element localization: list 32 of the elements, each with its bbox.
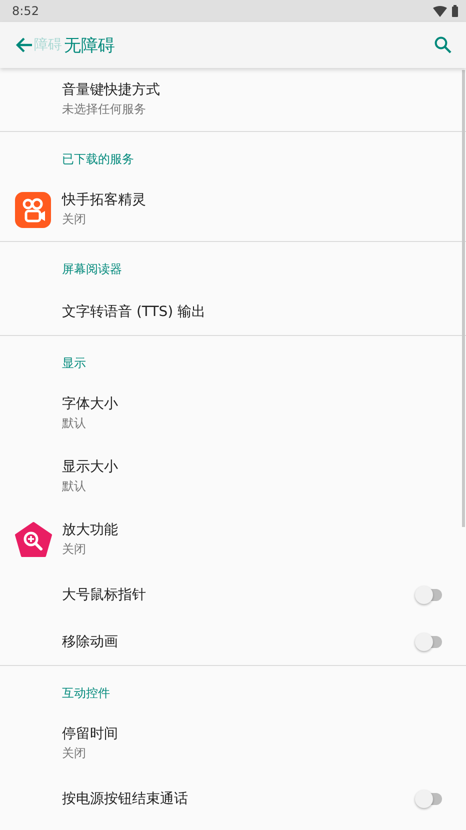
toggle-switch[interactable] (415, 584, 442, 604)
setting-title: 停留时间 (62, 725, 119, 743)
setting-summary: 关闭 (62, 541, 87, 558)
back-button[interactable] (14, 35, 34, 55)
camera-app-icon (15, 192, 51, 228)
wifi-icon (433, 6, 447, 16)
search-button[interactable] (432, 34, 454, 56)
setting-title: 文字转语音 (TTS) 输出 (62, 302, 207, 320)
toolbar-title: 障碍 (34, 36, 62, 54)
setting-title: 按电源按钮结束通话 (62, 790, 189, 808)
category-header: 显示 (62, 355, 86, 372)
toggle-switch[interactable] (415, 632, 442, 652)
setting-title: 快手拓客精灵 (62, 191, 147, 209)
magnifier-app-icon (15, 522, 52, 558)
setting-title: 显示大小 (62, 458, 119, 476)
setting-title: 移除动画 (62, 632, 119, 650)
setting-summary: 未选择任何服务 (62, 101, 147, 118)
setting-summary: 关闭 (62, 745, 87, 762)
setting-title: 放大功能 (62, 521, 119, 539)
category-header: 屏幕阅读器 (62, 261, 122, 278)
setting-title: 音量键快捷方式 (62, 81, 161, 99)
toggle-switch[interactable] (415, 788, 442, 808)
category-header: 已下载的服务 (62, 151, 134, 168)
battery-icon (452, 5, 458, 17)
setting-summary: 默认 (62, 415, 87, 432)
category-header: 互动控件 (62, 685, 110, 702)
setting-title: 字体大小 (62, 395, 119, 413)
setting-title: 大号鼠标指针 (62, 586, 147, 604)
toolbar-title: 无障碍 (64, 34, 115, 56)
setting-summary: 默认 (62, 478, 87, 495)
setting-summary: 关闭 (62, 211, 87, 228)
status-time: 8:52 (12, 4, 39, 18)
